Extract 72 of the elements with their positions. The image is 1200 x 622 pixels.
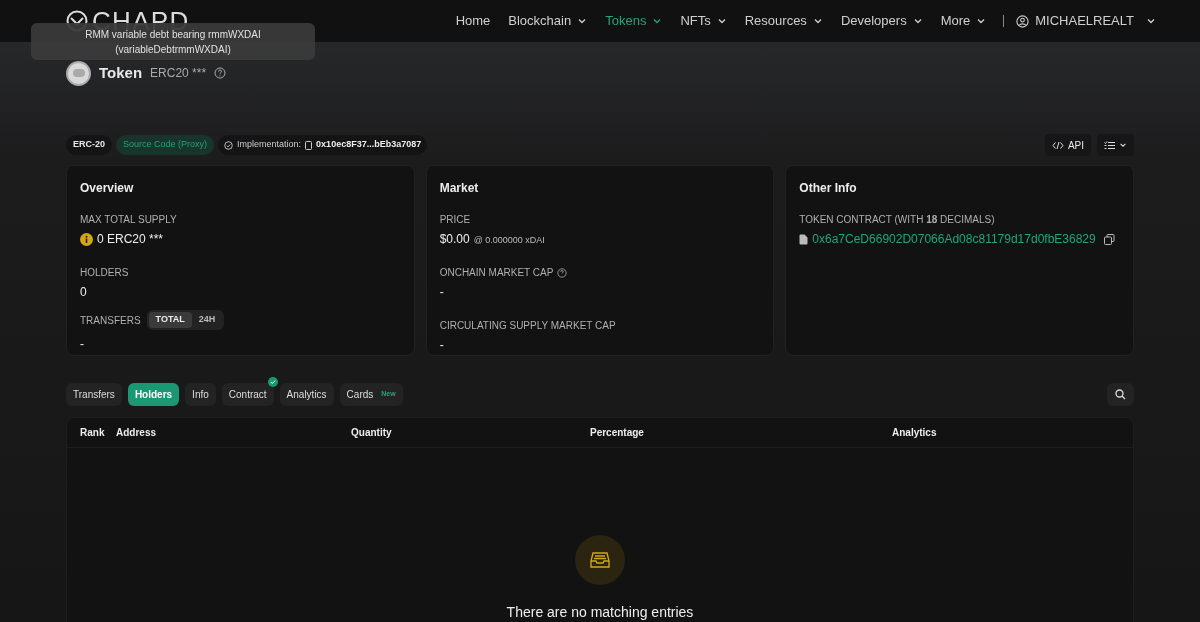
field-label: ONCHAIN MARKET CAP [439,266,554,280]
toggle-option[interactable]: TOTAL [148,312,192,328]
card-title: Overview [80,180,135,197]
code-icon [1051,140,1064,150]
tooltip-text: RMM variable debt bearing rmmWXDAI [85,28,261,42]
chevron-down-icon [1119,141,1127,149]
nav-link[interactable]: Developers [831,11,932,31]
field-value: $0.00 [439,231,470,248]
source-code-badge[interactable]: Source Code (Proxy) [116,135,215,155]
api-button[interactable]: API [1044,134,1091,156]
column-header: Analytics [892,427,937,438]
chevron-down-icon [652,16,663,26]
list-icon [1104,140,1115,150]
chevron-down-icon [912,16,923,26]
column-header: Percentage [590,427,644,438]
chevron-down-icon [716,16,727,26]
field-value: - [439,284,445,301]
field-value: 0 [80,284,88,301]
token-icon [66,60,91,86]
column-header: Quantity [351,427,392,438]
empty-inbox-icon [575,535,625,585]
column-header: Address [116,427,156,438]
nav-link[interactable]: NFTs [671,11,736,31]
user-icon [1016,14,1030,28]
list-options-button[interactable] [1097,134,1134,156]
implementation-badge[interactable]: Implementation: 0x10ec8F37...bEb3a7087 [218,135,428,155]
field-label: MAX TOTAL SUPPLY [80,213,178,227]
search-icon [1115,389,1126,400]
user-menu[interactable]: MICHAELREALT [1012,11,1160,31]
document-icon [305,140,313,150]
contract-address-link[interactable]: 0x6a7CeD66902D07066Ad08c81179d17d0fbE36829 [812,230,1096,248]
tab[interactable]: Info [185,383,216,406]
nav-link[interactable]: Home [446,11,500,31]
field-label: PRICE [439,213,472,227]
token-symbol: ERC20 *** [150,65,207,82]
tab[interactable]: Holders [127,383,180,406]
standard-badge: ERC-20 [66,135,112,155]
empty-message: There are no matching entries [506,603,694,622]
column-header: Rank [80,427,105,438]
implementation-label: Implementation: [237,138,302,152]
field-label: TRANSFERS [80,313,141,328]
field-label: CIRCULATING SUPPLY MARKET CAP [439,319,617,333]
chevron-down-icon [812,16,823,26]
field-value: - [439,337,445,354]
implementation-address[interactable]: 0x10ec8F37...bEb3a7087 [316,138,422,152]
info-icon [80,232,93,246]
field-label: TOKEN CONTRACT (WITH 18 DECIMALS) [799,213,996,227]
nav-link[interactable]: Tokens [596,11,672,31]
toggle-option[interactable]: 24H [191,312,223,328]
chevron-down-icon [976,16,987,26]
nav-link[interactable]: Blockchain [499,11,597,31]
copy-icon[interactable] [1103,233,1115,245]
search-button[interactable] [1107,383,1134,406]
help-icon [557,267,568,278]
nav-link[interactable]: More [931,11,996,31]
chevron-down-icon [1146,16,1156,26]
tooltip-text: (variableDebtrmmWXDAI) [115,42,231,57]
chevron-down-icon [577,16,588,26]
tab[interactable]: Analytics [279,383,334,406]
card-title: Other Info [799,180,858,197]
tab[interactable]: Contract [221,383,274,406]
nav-link[interactable]: Resources [735,11,832,31]
field-value: - [80,336,85,353]
document-icon [799,233,809,245]
tab[interactable]: Transfers [66,383,122,406]
card-title: Market [439,180,480,197]
native-price: @ 0.000000 xDAI [473,234,545,247]
page-title: Token [99,62,143,83]
field-label: HOLDERS [80,266,130,280]
check-circle-icon [224,140,234,150]
field-value: 0 ERC20 *** [97,231,164,248]
help-icon [214,67,227,79]
